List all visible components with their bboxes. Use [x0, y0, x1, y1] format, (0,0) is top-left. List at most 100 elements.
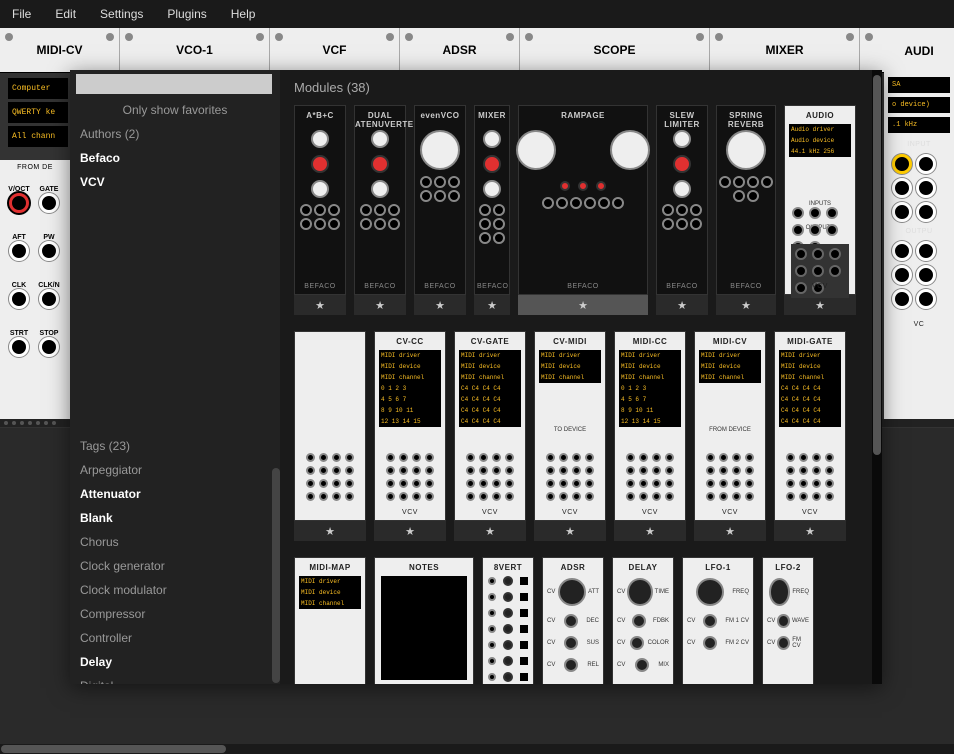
module-preview[interactable]: MIDI-CVMIDI driverMIDI deviceMIDI channe… [694, 331, 766, 521]
midi-device-value[interactable]: QWERTY ke [8, 102, 68, 123]
module-card-blank[interactable]: ★ [294, 331, 366, 541]
audio-in-port[interactable] [892, 178, 912, 198]
favorite-star[interactable]: ★ [784, 295, 856, 315]
module-card-cv-gate[interactable]: CV-GATEMIDI driverMIDI deviceMIDI channe… [454, 331, 526, 541]
favorite-star[interactable]: ★ [614, 521, 686, 541]
midi-port[interactable] [9, 193, 29, 213]
module-preview[interactable]: ADSRCVATTCVDECCVSUSCVREL [542, 557, 604, 684]
module-preview[interactable]: AUDIOAudio driverAudio device44.1 kHz 25… [784, 105, 856, 295]
module-preview[interactable]: LFO-2FREQCVWAVECVFM CV [762, 557, 814, 684]
tag-delay[interactable]: Delay [70, 650, 280, 674]
favorite-star[interactable]: ★ [518, 295, 648, 315]
midi-driver-value[interactable]: Computer [8, 78, 68, 99]
midi-port[interactable] [9, 241, 29, 261]
module-preview[interactable]: SPRING REVERBBEFACO [716, 105, 776, 295]
module-preview[interactable]: A*B+CBEFACO [294, 105, 346, 295]
tags-scrollbar[interactable] [272, 468, 280, 683]
module-card-spring-reverb[interactable]: SPRING REVERBBEFACO★ [716, 105, 776, 315]
favorite-star[interactable]: ★ [354, 295, 406, 315]
favorite-star[interactable]: ★ [474, 295, 510, 315]
menu-plugins[interactable]: Plugins [163, 5, 210, 23]
module-card-midi-cv[interactable]: MIDI-CVMIDI driverMIDI deviceMIDI channe… [694, 331, 766, 541]
audio-out-port[interactable] [892, 289, 912, 309]
audio-out-port[interactable] [916, 241, 936, 261]
search-input[interactable] [76, 74, 272, 94]
module-preview[interactable]: CV-MIDIMIDI driverMIDI deviceMIDI channe… [534, 331, 606, 521]
module-preview[interactable]: DELAYCVTIMECVFDBKCVCOLORCVMIX [612, 557, 674, 684]
tags-header[interactable]: Tags (23) [70, 434, 280, 458]
module-preview[interactable]: CV-GATEMIDI driverMIDI deviceMIDI channe… [454, 331, 526, 521]
tag-clock-modulator[interactable]: Clock modulator [70, 578, 280, 602]
midi-port[interactable] [39, 289, 59, 309]
favorite-star[interactable]: ★ [774, 521, 846, 541]
module-preview[interactable]: MIDI-GATEMIDI driverMIDI deviceMIDI chan… [774, 331, 846, 521]
browser-scrollbar-thumb[interactable] [873, 75, 881, 455]
favorite-star[interactable]: ★ [716, 295, 776, 315]
show-favorites-toggle[interactable]: Only show favorites [70, 98, 280, 122]
midi-port[interactable] [39, 337, 59, 357]
midi-port[interactable] [9, 337, 29, 357]
module-card-mixer[interactable]: MIXERBEFACO★ [474, 105, 510, 315]
tag-compressor[interactable]: Compressor [70, 602, 280, 626]
module-card-lfo-1[interactable]: LFO-1FREQCVFM 1 CVCVFM 2 CV★ [682, 557, 754, 684]
module-card-delay[interactable]: DELAYCVTIMECVFDBKCVCOLORCVMIX★ [612, 557, 674, 684]
module-preview[interactable]: LFO-1FREQCVFM 1 CVCVFM 2 CV [682, 557, 754, 684]
menu-settings[interactable]: Settings [96, 5, 147, 23]
tag-chorus[interactable]: Chorus [70, 530, 280, 554]
module-card-adsr[interactable]: ADSRCVATTCVDECCVSUSCVREL★ [542, 557, 604, 684]
module-card-lfo-2[interactable]: LFO-2FREQCVWAVECVFM CV★ [762, 557, 814, 684]
module-card-rampage[interactable]: RAMPAGEBEFACO★ [518, 105, 648, 315]
module-preview[interactable]: MIDI-MAPMIDI driverMIDI deviceMIDI chann… [294, 557, 366, 684]
favorite-star[interactable]: ★ [414, 295, 466, 315]
favorite-star[interactable]: ★ [534, 521, 606, 541]
tag-blank[interactable]: Blank [70, 506, 280, 530]
audio-out-port[interactable] [916, 265, 936, 285]
audio-in-port[interactable] [916, 178, 936, 198]
audio-in-port[interactable] [892, 154, 912, 174]
browser-scrollbar[interactable] [872, 70, 882, 684]
module-preview[interactable]: DUAL ATENUVERTERBEFACO [354, 105, 406, 295]
module-card-midi-gate[interactable]: MIDI-GATEMIDI driverMIDI deviceMIDI chan… [774, 331, 846, 541]
author-befaco[interactable]: Befaco [70, 146, 280, 170]
audio-out-port[interactable] [916, 289, 936, 309]
module-preview[interactable]: MIDI-CCMIDI driverMIDI deviceMIDI channe… [614, 331, 686, 521]
author-vcv[interactable]: VCV [70, 170, 280, 194]
rack-horizontal-scrollbar-thumb[interactable] [1, 745, 226, 753]
module-card-8vert[interactable]: 8VERT★ [482, 557, 534, 684]
module-preview[interactable]: evenVCOBEFACO [414, 105, 466, 295]
favorite-star[interactable]: ★ [374, 521, 446, 541]
midi-channel-value[interactable]: All chann [8, 126, 68, 147]
audio-in-port[interactable] [916, 154, 936, 174]
favorite-star[interactable]: ★ [294, 295, 346, 315]
favorite-star[interactable]: ★ [454, 521, 526, 541]
favorite-star[interactable]: ★ [294, 521, 366, 541]
module-preview[interactable]: 8VERT [482, 557, 534, 684]
menu-file[interactable]: File [8, 5, 35, 23]
menu-edit[interactable]: Edit [51, 5, 80, 23]
module-preview[interactable]: MIXERBEFACO [474, 105, 510, 295]
module-card-audio[interactable]: AUDIOAudio driverAudio device44.1 kHz 25… [784, 105, 856, 315]
authors-header[interactable]: Authors (2) [70, 122, 280, 146]
favorite-star[interactable]: ★ [656, 295, 708, 315]
module-preview[interactable]: RAMPAGEBEFACO [518, 105, 648, 295]
tag-clock-generator[interactable]: Clock generator [70, 554, 280, 578]
midi-port[interactable] [9, 289, 29, 309]
module-preview[interactable]: NOTES [374, 557, 474, 684]
midi-port[interactable] [39, 193, 59, 213]
audio-in-port[interactable] [916, 202, 936, 222]
audio-out-port[interactable] [892, 241, 912, 261]
module-card-cv-midi[interactable]: CV-MIDIMIDI driverMIDI deviceMIDI channe… [534, 331, 606, 541]
module-card-cv-cc[interactable]: CV-CCMIDI driverMIDI deviceMIDI channel0… [374, 331, 446, 541]
module-card-slew-limiter[interactable]: SLEW LIMITERBEFACO★ [656, 105, 708, 315]
module-card-midi-cc[interactable]: MIDI-CCMIDI driverMIDI deviceMIDI channe… [614, 331, 686, 541]
tag-attenuator[interactable]: Attenuator [70, 482, 280, 506]
tag-controller[interactable]: Controller [70, 626, 280, 650]
tag-digital[interactable]: Digital [70, 674, 280, 684]
module-card-midi-map[interactable]: MIDI-MAPMIDI driverMIDI deviceMIDI chann… [294, 557, 366, 684]
audio-in-port[interactable] [892, 202, 912, 222]
midi-port[interactable] [39, 241, 59, 261]
rack-horizontal-scrollbar[interactable] [0, 744, 954, 754]
audio-out-port[interactable] [892, 265, 912, 285]
tag-arpeggiator[interactable]: Arpeggiator [70, 458, 280, 482]
module-preview[interactable]: SLEW LIMITERBEFACO [656, 105, 708, 295]
